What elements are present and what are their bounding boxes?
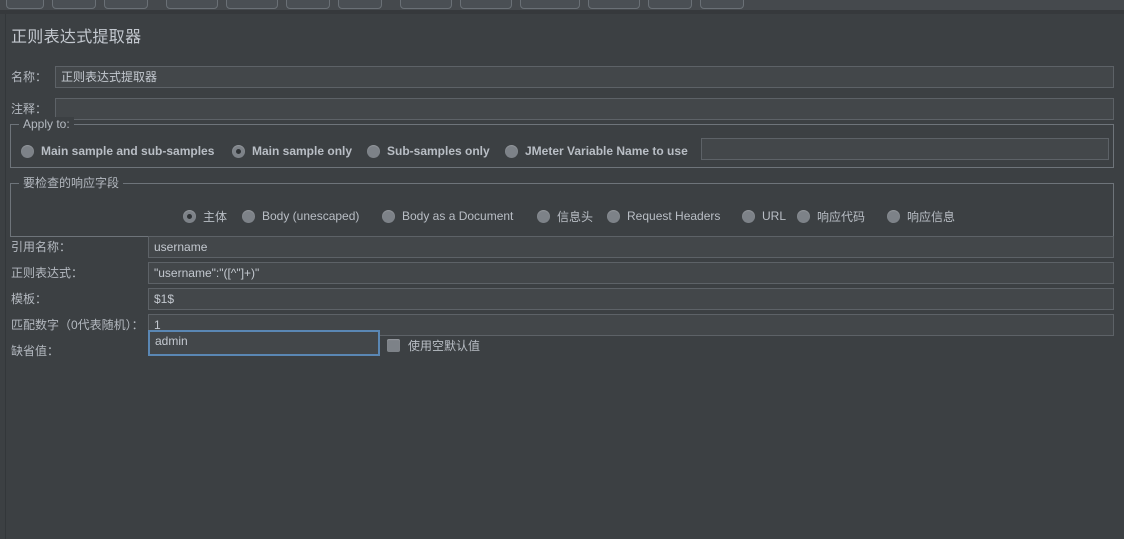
collapse-button[interactable] [648,0,692,9]
ref-name-label: 引用名称： [11,240,72,254]
close-button[interactable] [286,0,330,9]
copy-button[interactable] [460,0,512,9]
response-field-group: 要检查的响应字段 主体 Body (unescaped) Body as a D… [10,176,1114,237]
page-title: 正则表达式提取器 [11,29,142,46]
save-button[interactable] [166,0,218,9]
radio-label: JMeter Variable Name to use [525,144,688,158]
radio-url[interactable]: URL [742,207,786,225]
radio-body-unescaped[interactable]: Body (unescaped) [242,207,359,225]
use-empty-default-checkbox[interactable]: 使用空默认值 [387,336,480,354]
regex-input[interactable]: "username":"([^"]+)" [148,262,1114,284]
radio-sub-samples-only[interactable]: Sub-samples only [367,142,490,160]
radio-icon-selected [232,144,245,158]
radio-icon [537,209,550,223]
match-number-label: 匹配数字（0代表随机）： [11,318,144,332]
radio-icon [607,209,620,223]
templates-button[interactable] [52,0,96,9]
radio-response-code[interactable]: 响应代码 [797,207,865,225]
jmeter-variable-name-input[interactable] [701,138,1109,160]
ref-name-input[interactable]: username [148,236,1114,258]
paste-button[interactable] [520,0,580,9]
radio-icon [21,144,34,158]
save-as-button[interactable] [226,0,278,9]
radio-icon [367,144,380,158]
radio-body[interactable]: 主体 [183,207,227,225]
radio-icon [742,209,755,223]
radio-label: Request Headers [627,209,721,223]
radio-icon-selected [183,209,196,223]
expand-button[interactable] [588,0,640,9]
regex-extractor-panel: 正则表达式提取器 名称： 正则表达式提取器 注释： Apply to: Main… [0,14,1124,539]
radio-label: 响应代码 [817,209,866,224]
default-value-label: 缺省值： [11,344,60,358]
name-input[interactable]: 正则表达式提取器 [55,66,1114,88]
radio-jmeter-variable-name[interactable]: JMeter Variable Name to use [505,142,688,160]
radio-label: 信息头 [557,209,594,224]
template-input[interactable]: $1$ [148,288,1114,310]
apply-to-group-title: Apply to: [19,117,74,131]
use-empty-default-label: 使用空默认值 [408,338,481,353]
radio-icon [242,209,255,223]
template-label: 模板： [11,292,48,306]
apply-to-group: Apply to: Main sample and sub-samples Ma… [10,117,1114,168]
default-value-input[interactable]: admin [148,330,380,356]
radio-request-headers[interactable]: Request Headers [607,207,720,225]
new-button[interactable] [6,0,44,9]
radio-main-sample-only[interactable]: Main sample only [232,142,352,160]
radio-response-message[interactable]: 响应信息 [887,207,955,225]
radio-icon [797,209,810,223]
radio-label: Body as a Document [402,209,514,223]
revert-button[interactable] [338,0,382,9]
radio-main-sample-and-sub-samples[interactable]: Main sample and sub-samples [21,142,214,160]
name-label: 名称： [11,70,48,84]
radio-icon [505,144,518,158]
radio-body-as-a-document[interactable]: Body as a Document [382,207,513,225]
radio-label: Sub-samples only [387,144,490,158]
radio-icon [382,209,395,223]
checkbox-icon [387,338,400,352]
radio-label: 响应信息 [907,209,956,224]
comment-input[interactable] [55,98,1114,120]
cut-button[interactable] [400,0,452,9]
radio-label: URL [762,209,787,223]
regex-label: 正则表达式： [11,266,84,280]
response-field-group-title: 要检查的响应字段 [19,176,124,190]
radio-label: Main sample only [252,144,353,158]
radio-icon [887,209,900,223]
radio-label: 主体 [203,209,228,224]
radio-headers[interactable]: 信息头 [537,207,593,225]
toggle-button[interactable] [700,0,744,9]
radio-label: Body (unescaped) [262,209,360,223]
main-toolbar[interactable] [0,0,1124,10]
radio-label: Main sample and sub-samples [41,144,215,158]
panel-left-divider [5,14,6,539]
open-button[interactable] [104,0,148,9]
